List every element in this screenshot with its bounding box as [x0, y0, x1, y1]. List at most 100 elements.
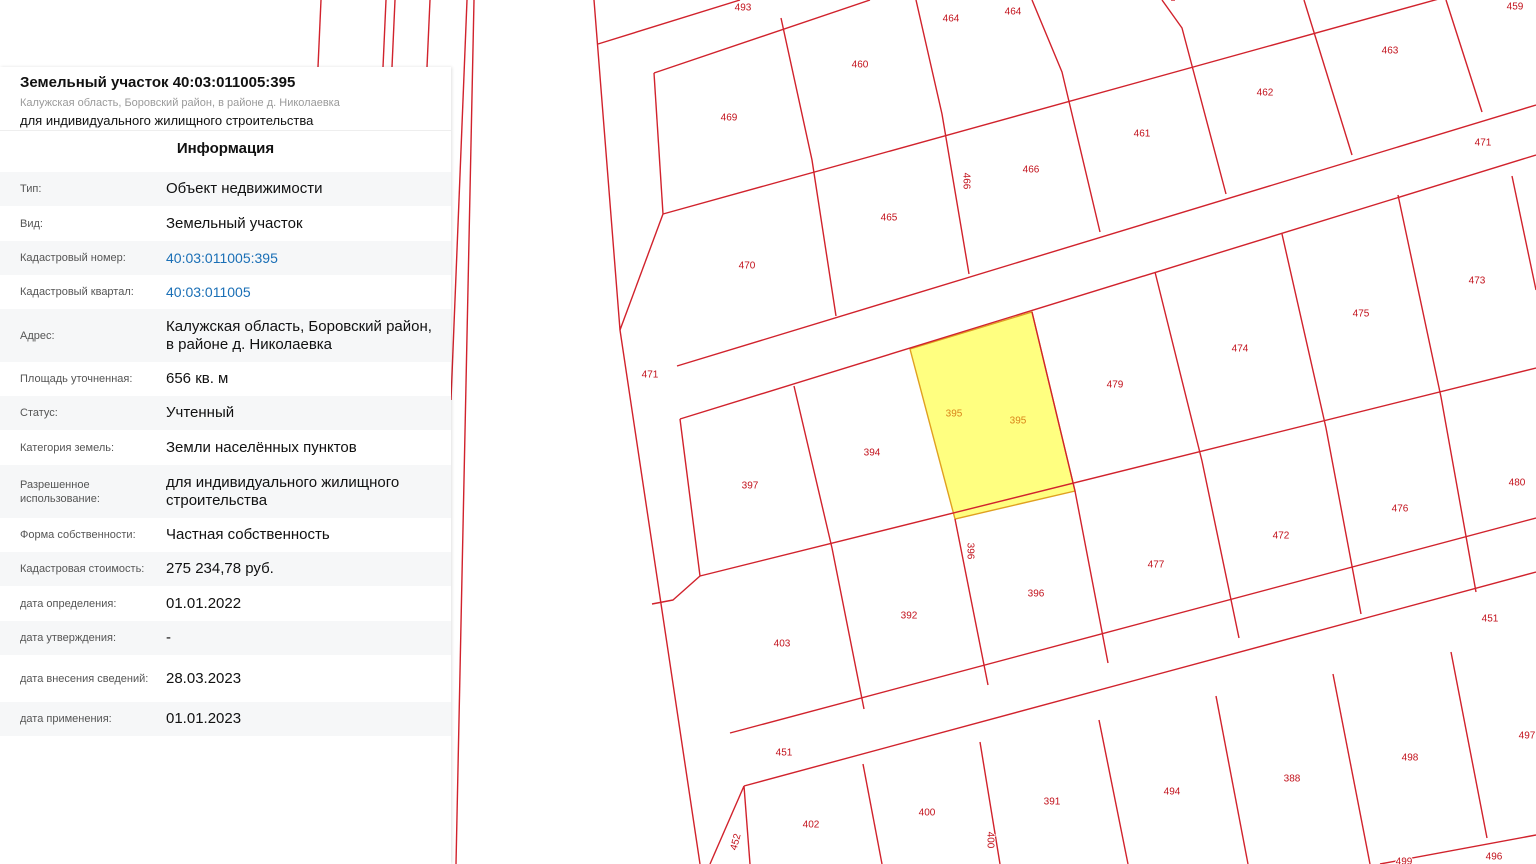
boundary-line — [593, 0, 701, 864]
parcel-label: 473 — [1469, 276, 1486, 287]
boundary-line — [780, 17, 837, 317]
info-row: Кадастровый квартал: 40:03:011005 — [0, 275, 451, 309]
parcel-label: 388 — [1284, 774, 1301, 785]
boundary-line — [1031, 0, 1101, 233]
info-row-key: Разрешенное использование: — [20, 478, 100, 505]
boundary-line — [1397, 194, 1477, 593]
parcel-label: 461 — [1134, 129, 1151, 140]
info-row-value: Учтенный — [166, 404, 235, 421]
boundary-line — [793, 385, 865, 710]
parcel-label: 402 — [803, 820, 820, 831]
boundary-line — [1281, 233, 1362, 615]
info-row-key: дата внесения сведений: — [20, 672, 149, 685]
boundary-line — [1511, 175, 1536, 291]
info-row-value: 275 234,78 руб. — [166, 560, 274, 577]
boundary-line — [743, 785, 751, 864]
parcel-label: 462 — [1257, 88, 1274, 99]
parcel-label: 400 — [984, 832, 995, 849]
info-row-key: Тип: — [20, 183, 42, 195]
highway-line — [382, 0, 387, 68]
info-row-key: Вид: — [20, 217, 43, 230]
info-row: дата применения: 01.01.2023 — [0, 702, 451, 736]
info-row-value: Частная собственность — [166, 526, 330, 543]
boundary-line — [653, 0, 871, 74]
info-row: Площадь уточненная: 656 кв. м — [0, 362, 451, 396]
info-row: Адрес: Калужская область, Боровский район… — [0, 309, 451, 362]
info-row: дата внесения сведений: 28.03.2023 — [0, 655, 451, 702]
info-row: Разрешенное использование: для индивидуал… — [0, 465, 451, 518]
parcel-label: 463 — [1382, 46, 1399, 57]
parcel-label: 496 — [1486, 852, 1503, 863]
info-row: Тип: Объект недвижимости — [0, 172, 451, 206]
parcel-label: 471 — [1475, 138, 1492, 149]
highway-line — [391, 0, 396, 68]
info-row: Вид: Земельный участок — [0, 206, 451, 241]
info-row-key: Кадастровая стоимость: — [20, 563, 145, 575]
parcel-label: 493 — [735, 3, 752, 14]
boundary-line — [651, 418, 701, 605]
parcel-label: 397 — [742, 481, 759, 492]
boundary-line — [662, 0, 1438, 215]
parcel-usage: для индивидуального жилищного строительс… — [20, 113, 314, 128]
parcel-label: 475 — [1353, 309, 1370, 320]
boundary-line — [619, 213, 664, 331]
info-row: Кадастровый номер: 40:03:011005:395 — [0, 241, 451, 275]
boundary-line — [653, 72, 664, 215]
info-row-value: 28.03.2023 — [166, 669, 242, 687]
info-row: Категория земель: Земли населённых пункто… — [0, 430, 451, 465]
parcel-label: 396 — [1028, 589, 1045, 600]
info-row-key: Форма собственности: — [20, 529, 136, 541]
parcel-label: 479 — [1107, 380, 1124, 391]
parcel-label: 466 — [960, 173, 971, 190]
section-title-info: Информация — [176, 140, 275, 157]
parcel-label: 477 — [1148, 560, 1165, 571]
info-row-key: Категория земель: — [20, 441, 115, 454]
parcel-label: 391 — [1044, 797, 1061, 808]
parcel-label: 394 — [864, 448, 881, 459]
info-row-value: Земельный участок — [166, 214, 303, 232]
highway-line — [455, 0, 475, 864]
parcel-label: 464 — [1005, 7, 1022, 18]
parcel-label: 499 — [1396, 857, 1413, 864]
info-row-value: Объект недвижимости — [166, 180, 323, 197]
parcel-label: 498 — [1402, 753, 1419, 764]
highway-line — [317, 0, 322, 68]
info-row-key: дата применения: — [20, 713, 112, 725]
boundary-line — [1215, 695, 1249, 864]
boundary-line — [699, 367, 1536, 577]
parcel-label: 494 — [1164, 787, 1181, 798]
info-row-key: Адрес: — [20, 329, 55, 342]
parcel-label: 460 — [852, 60, 869, 71]
info-row: дата определения: 01.01.2022 — [0, 586, 451, 621]
boundary-line — [1450, 651, 1488, 839]
parcel-label: 392 — [901, 611, 918, 622]
parcel-label: 474 — [1232, 344, 1249, 355]
info-row-link[interactable]: 40:03:011005:395 — [166, 249, 451, 267]
parcel-label: 466 — [1023, 165, 1040, 176]
info-row-key: Кадастровый номер: — [20, 252, 126, 264]
parcel-label: 396 — [964, 543, 975, 560]
info-row: Статус: Учтенный — [0, 396, 451, 430]
parcel-labels: 493 464 464 459 460 463 469 462 461 471 466 466 465 4… — [641, 1, 1536, 864]
parcel-label: 459 — [1507, 2, 1524, 13]
parcel-label: 480 — [1509, 478, 1526, 489]
selected-parcel-395[interactable] — [909, 311, 1076, 520]
info-row: дата утверждения: - — [0, 621, 451, 655]
boundary-line — [1332, 673, 1371, 864]
info-row-value: для индивидуального жилищного строительс… — [166, 473, 400, 509]
highway-line — [426, 0, 431, 68]
info-row-link[interactable]: 40:03:011005 — [166, 283, 451, 301]
highway-line — [450, 0, 468, 401]
panel-header: Земельный участок 40:03:011005:395 Калуж… — [0, 67, 451, 131]
parcel-label: 472 — [1273, 531, 1290, 542]
boundary-line — [1303, 0, 1353, 156]
info-row-key: дата определения: — [20, 597, 117, 610]
info-row-key: Площадь уточненная: — [20, 373, 133, 385]
info-row-value: Калужская область, Боровский район, в ра… — [166, 317, 432, 353]
parcel-label: 400 — [919, 808, 936, 819]
boundary-line — [1445, 0, 1483, 113]
parcel-label: 452 — [729, 832, 744, 851]
parcel-label: 476 — [1392, 504, 1409, 515]
info-row-value: - — [166, 629, 171, 646]
parcel-label: 469 — [721, 113, 738, 124]
